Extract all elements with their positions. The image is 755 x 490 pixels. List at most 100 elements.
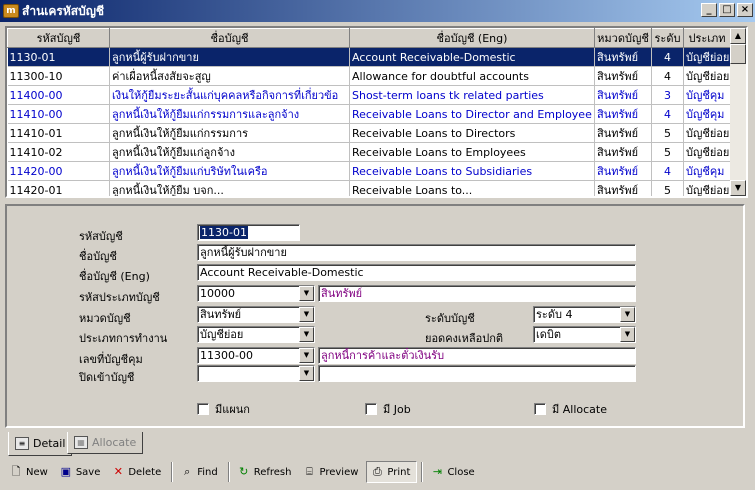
window-title: สำนเครหัสบัญชี bbox=[22, 3, 105, 18]
account-type-desc: สินทรัพย์ bbox=[318, 285, 636, 302]
refresh-button[interactable]: ↻ Refresh bbox=[234, 461, 298, 483]
cell-eng: Allowance for doubtful accounts bbox=[349, 66, 595, 86]
column-header-eng[interactable]: ชื่อบัญชี (Eng) bbox=[349, 28, 595, 48]
cell-type: บัญชีย่อย bbox=[683, 66, 731, 86]
cell-type: บัญชีคุม bbox=[683, 104, 731, 124]
exit-door-icon: ⇥ bbox=[432, 465, 443, 478]
close-button[interactable]: ⇥ Close bbox=[427, 461, 480, 483]
column-header-type[interactable]: ประเภท bbox=[683, 28, 731, 48]
print-button[interactable]: ⎙ Print bbox=[366, 461, 418, 483]
checkbox-box[interactable] bbox=[197, 403, 209, 415]
cell-eng: Shost-term loans tk related parties bbox=[349, 85, 595, 105]
code-label: รหัสบัญชี bbox=[79, 230, 123, 243]
checkbox-box[interactable] bbox=[534, 403, 546, 415]
chevron-down-icon[interactable]: ▼ bbox=[620, 327, 635, 342]
grid-icon: ▦ bbox=[74, 436, 88, 449]
level-value: ระดับ 4 bbox=[536, 308, 573, 321]
level-dropdown[interactable]: ระดับ 4 ▼ bbox=[533, 306, 636, 323]
control-account-desc: ลูกหนี้การค้าและตั๋วเงินรับ bbox=[318, 347, 636, 364]
cell-level: 5 bbox=[651, 123, 684, 143]
table-row[interactable]: 11420-00 ลูกหนี้เงินให้กู้ยืมแก่บริษัทในเ… bbox=[7, 161, 731, 181]
category-label: หมวดบัญชี bbox=[79, 312, 131, 325]
name-label: ชื่อบัญชี bbox=[79, 250, 117, 263]
table-row[interactable]: 11410-02 ลูกหนี้เงินให้กู้ยืมแก่ลูกจ้าง Re… bbox=[7, 142, 731, 162]
new-label: New bbox=[26, 466, 48, 478]
table-row[interactable]: 11300-10 ค่าเผื่อหนี้สงสัยจะสูญ Allowance … bbox=[7, 66, 731, 86]
delete-label: Delete bbox=[128, 466, 162, 478]
tab-allocate[interactable]: ▦ Allocate bbox=[67, 432, 144, 454]
tab-detail[interactable]: ≡ Detail bbox=[8, 432, 73, 456]
preview-label: Preview bbox=[319, 466, 359, 478]
save-button[interactable]: ▣ Save bbox=[56, 461, 107, 483]
name-field[interactable]: ลูกหนี้ผู้รับฝากขาย bbox=[197, 244, 636, 261]
cell-level: 4 bbox=[651, 104, 684, 124]
cell-type: บัญชีคุม bbox=[683, 161, 731, 181]
has-department-label: มีแผนก bbox=[215, 403, 250, 416]
table-row[interactable]: 11410-01 ลูกหนี้เงินให้กู้ยืมแก่กรรมการ Re… bbox=[7, 123, 731, 143]
scroll-down-arrow-icon[interactable]: ▼ bbox=[730, 180, 746, 196]
category-dropdown[interactable]: สินทรัพย์ ▼ bbox=[197, 306, 315, 323]
grid-vertical-scrollbar[interactable]: ▲ ▼ bbox=[730, 28, 746, 196]
cell-type: บัญชีย่อย bbox=[683, 47, 731, 67]
cell-name: ลูกหนี้ผู้รับฝากขาย bbox=[109, 47, 350, 67]
chevron-down-icon[interactable]: ▼ bbox=[299, 307, 314, 322]
has-job-checkbox[interactable]: มี Job bbox=[365, 400, 411, 418]
level-label: ระดับบัญชี bbox=[425, 312, 475, 325]
checkbox-box[interactable] bbox=[365, 403, 377, 415]
close-account-dropdown[interactable]: ▼ bbox=[197, 365, 315, 382]
table-row[interactable]: 11400-00 เงินให้กู้ยืมระยะสั้นแก่บุคคลหรื… bbox=[7, 85, 731, 105]
cell-category: สินทรัพย์ bbox=[594, 161, 652, 181]
cell-category: สินทรัพย์ bbox=[594, 47, 652, 67]
work-type-dropdown[interactable]: บัญชีย่อย ▼ bbox=[197, 326, 315, 343]
table-row[interactable]: 11420-01 ลูกหนี้เงินให้กู้ยืม บจก... Recei… bbox=[7, 180, 731, 196]
magnifier-icon: ⌕ bbox=[184, 465, 191, 478]
column-header-category[interactable]: หมวดบัญชี bbox=[594, 28, 652, 48]
delete-button[interactable]: ✕ Delete bbox=[108, 461, 167, 483]
table-row[interactable]: 1130-01 ลูกหนี้ผู้รับฝากขาย Account Receiv… bbox=[7, 47, 731, 67]
detail-icon: ≡ bbox=[15, 437, 29, 450]
chevron-down-icon[interactable]: ▼ bbox=[299, 348, 314, 363]
minimize-button[interactable]: _ bbox=[701, 3, 717, 17]
save-label: Save bbox=[75, 466, 101, 478]
eng-name-field[interactable]: Account Receivable-Domestic bbox=[197, 264, 636, 281]
work-type-label: ประเภทการทำงาน bbox=[79, 332, 168, 345]
balance-dropdown[interactable]: เดบิต ▼ bbox=[533, 326, 636, 343]
table-row[interactable]: 11410-00 ลูกหนี้เงินให้กู้ยืมแก่กรรมการแล… bbox=[7, 104, 731, 124]
cell-level: 4 bbox=[651, 66, 684, 86]
scroll-up-arrow-icon[interactable]: ▲ bbox=[730, 28, 746, 44]
find-button[interactable]: ⌕ Find bbox=[177, 461, 224, 483]
column-header-code[interactable]: รหัสบัญชี bbox=[7, 28, 110, 48]
new-button[interactable]: 🗋 New bbox=[6, 461, 54, 483]
cell-code: 11300-10 bbox=[7, 66, 110, 86]
toolbar-separator bbox=[227, 462, 230, 482]
toolbar-separator bbox=[171, 462, 174, 482]
column-header-level[interactable]: ระดับ bbox=[651, 28, 684, 48]
control-account-dropdown[interactable]: 11300-00 ▼ bbox=[197, 347, 315, 364]
grid-header-row: รหัสบัญชี ชื่อบัญชี ชื่อบัญชี (Eng) หมวด… bbox=[7, 28, 731, 48]
cell-code: 11410-02 bbox=[7, 142, 110, 162]
account-type-dropdown[interactable]: 10000 ▼ bbox=[197, 285, 315, 302]
cell-level: 5 bbox=[651, 142, 684, 162]
cell-category: สินทรัพย์ bbox=[594, 142, 652, 162]
chevron-down-icon[interactable]: ▼ bbox=[299, 366, 314, 381]
balance-label: ยอดคงเหลือปกติ bbox=[425, 332, 504, 345]
maximize-button[interactable]: □ bbox=[719, 3, 735, 17]
preview-button[interactable]: ⌸ Preview bbox=[299, 461, 364, 483]
window-controls: _ □ × bbox=[701, 3, 753, 17]
chevron-down-icon[interactable]: ▼ bbox=[299, 286, 314, 301]
cell-name: ค่าเผื่อหนี้สงสัยจะสูญ bbox=[109, 66, 350, 86]
has-department-checkbox[interactable]: มีแผนก bbox=[197, 400, 250, 418]
cell-code: 11420-00 bbox=[7, 161, 110, 181]
cell-code: 11410-01 bbox=[7, 123, 110, 143]
chevron-down-icon[interactable]: ▼ bbox=[299, 327, 314, 342]
close-window-button[interactable]: × bbox=[737, 3, 753, 17]
has-allocate-checkbox[interactable]: มี Allocate bbox=[534, 400, 607, 418]
chevron-down-icon[interactable]: ▼ bbox=[620, 307, 635, 322]
control-account-value: 11300-00 bbox=[200, 349, 253, 362]
cell-eng: Receivable Loans to... bbox=[349, 180, 595, 196]
code-field[interactable]: 1130-01 bbox=[197, 224, 300, 241]
scroll-thumb[interactable] bbox=[730, 44, 746, 64]
column-header-name[interactable]: ชื่อบัญชี bbox=[109, 28, 350, 48]
accounts-grid[interactable]: รหัสบัญชี ชื่อบัญชี ชื่อบัญชี (Eng) หมวด… bbox=[5, 26, 748, 198]
cell-name: ลูกหนี้เงินให้กู้ยืมแก่ลูกจ้าง bbox=[109, 142, 350, 162]
